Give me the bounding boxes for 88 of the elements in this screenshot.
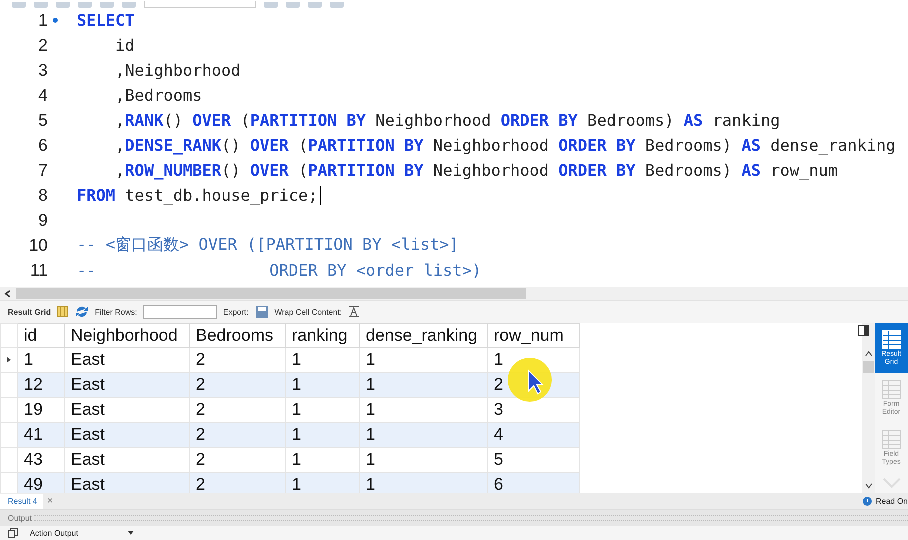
code-line: ,ROW_NUMBER() OVER (PARTITION BY Neighborhood ORDER BY Bedrooms) AS row_num xyxy=(114,161,838,180)
row-header[interactable] xyxy=(0,448,18,472)
line-number: 9 xyxy=(38,210,48,230)
line-number: 1 xyxy=(38,10,48,30)
table-cell: 49 xyxy=(18,472,64,493)
table-cell: 1 xyxy=(360,422,488,448)
column-header[interactable]: id xyxy=(18,324,64,348)
table-cell: 2 xyxy=(190,472,286,493)
column-header[interactable]: dense_ranking xyxy=(360,324,488,348)
table-cell: East xyxy=(64,472,190,493)
close-icon[interactable]: × xyxy=(47,496,54,506)
code-line: ,Neighborhood xyxy=(114,61,241,80)
table-layout-icon xyxy=(880,329,902,351)
code-line: ,Bedrooms xyxy=(114,86,202,105)
table-cell: 41 xyxy=(18,422,64,448)
code-line: ,RANK() OVER (PARTITION BY Neighborhood ORDER BY Bedrooms) AS ranking xyxy=(114,111,780,130)
toolbar-icon[interactable] xyxy=(286,2,300,8)
table-cell: 1 xyxy=(360,372,488,398)
info-icon xyxy=(862,496,872,506)
line-number: 10 xyxy=(28,236,48,256)
line-number: 8 xyxy=(38,186,48,206)
column-header[interactable]: ranking xyxy=(286,324,360,348)
output-dropdown[interactable]: Action Output xyxy=(30,528,134,538)
line-number: 5 xyxy=(38,110,48,130)
table-layout-icon xyxy=(880,379,902,401)
column-header[interactable]: Bedrooms xyxy=(190,324,286,348)
filter-field[interactable] xyxy=(143,305,218,319)
scrollbar-thumb[interactable] xyxy=(863,361,874,373)
line-number: 3 xyxy=(38,60,48,80)
line-number: 6 xyxy=(38,136,48,156)
row-header[interactable] xyxy=(0,422,18,448)
filter-label: Filter Rows: xyxy=(95,308,138,316)
line-number: 11 xyxy=(29,260,48,280)
table-cell: 1 xyxy=(286,372,360,398)
table-cell: East xyxy=(64,422,190,448)
scroll-down-icon[interactable] xyxy=(864,483,872,489)
table-cell: 1 xyxy=(286,422,360,448)
scroll-left-icon[interactable] xyxy=(4,290,12,298)
toolbar-icon[interactable] xyxy=(12,2,26,8)
table-cell: 12 xyxy=(18,372,64,398)
toolbar-icon[interactable] xyxy=(100,2,114,8)
row-header[interactable] xyxy=(0,472,18,493)
status-text: Read On xyxy=(876,496,908,506)
chevron-down-icon[interactable] xyxy=(882,477,902,489)
table-layout-icon xyxy=(880,429,902,451)
table-cell: 6 xyxy=(488,472,580,493)
result-grid-label[interactable]: Result Grid xyxy=(8,308,52,316)
toolbar-icon[interactable] xyxy=(330,2,344,8)
row-header[interactable] xyxy=(0,398,18,422)
code-line: id xyxy=(114,36,135,55)
scroll-up-icon[interactable] xyxy=(864,351,872,357)
caret-icon xyxy=(128,531,134,535)
limit-dropdown[interactable] xyxy=(144,1,256,8)
toolbar-icon[interactable] xyxy=(78,2,92,8)
table-cell: 1 xyxy=(286,472,360,493)
line-number: 4 xyxy=(38,86,48,106)
save-icon[interactable] xyxy=(254,305,269,319)
code-line: SELECT xyxy=(77,11,135,30)
panel-toggle-icon[interactable] xyxy=(858,325,869,336)
comment-line: -- <窗口函数> OVER ([PARTITION BY <list>] xyxy=(77,235,459,256)
table-cell: 2 xyxy=(190,422,286,448)
wrap-text-icon[interactable] xyxy=(348,306,360,318)
result-tab[interactable]: Result 4 xyxy=(0,494,44,508)
line-number: 7 xyxy=(38,160,48,180)
table-cell: East xyxy=(64,372,190,398)
column-header[interactable]: row_num xyxy=(488,324,580,348)
comment-line: -- ORDER BY <order list>) xyxy=(77,261,482,280)
refresh-icon[interactable] xyxy=(75,306,90,318)
toolbar-icon[interactable] xyxy=(34,2,48,8)
table-cell: 2 xyxy=(190,372,286,398)
export-label: Export: xyxy=(223,308,249,316)
output-title: Output xyxy=(8,514,32,522)
scrollbar-thumb[interactable] xyxy=(16,288,526,299)
wrap-label: Wrap Cell Content: xyxy=(274,308,342,316)
grid-icon[interactable] xyxy=(57,306,70,318)
code-line: ,DENSE_RANK() OVER (PARTITION BY Neighborhood ORDER BY Bedrooms) AS dense_ranking xyxy=(114,136,896,155)
copy-icon[interactable] xyxy=(8,528,18,538)
mouse-pointer-icon xyxy=(507,357,553,403)
line-number: 2 xyxy=(38,36,48,56)
code-line: FROM test_db.house_price; xyxy=(77,186,318,205)
column-header[interactable]: Neighborhood xyxy=(64,324,190,348)
table-cell: 4 xyxy=(488,422,580,448)
toolbar-icon[interactable] xyxy=(122,2,136,8)
toolbar-icon[interactable] xyxy=(56,2,70,8)
table-cell: 1 xyxy=(360,472,488,493)
toolbar-icon[interactable] xyxy=(308,2,322,8)
row-header[interactable] xyxy=(0,372,18,398)
toolbar-icon[interactable] xyxy=(264,2,278,8)
